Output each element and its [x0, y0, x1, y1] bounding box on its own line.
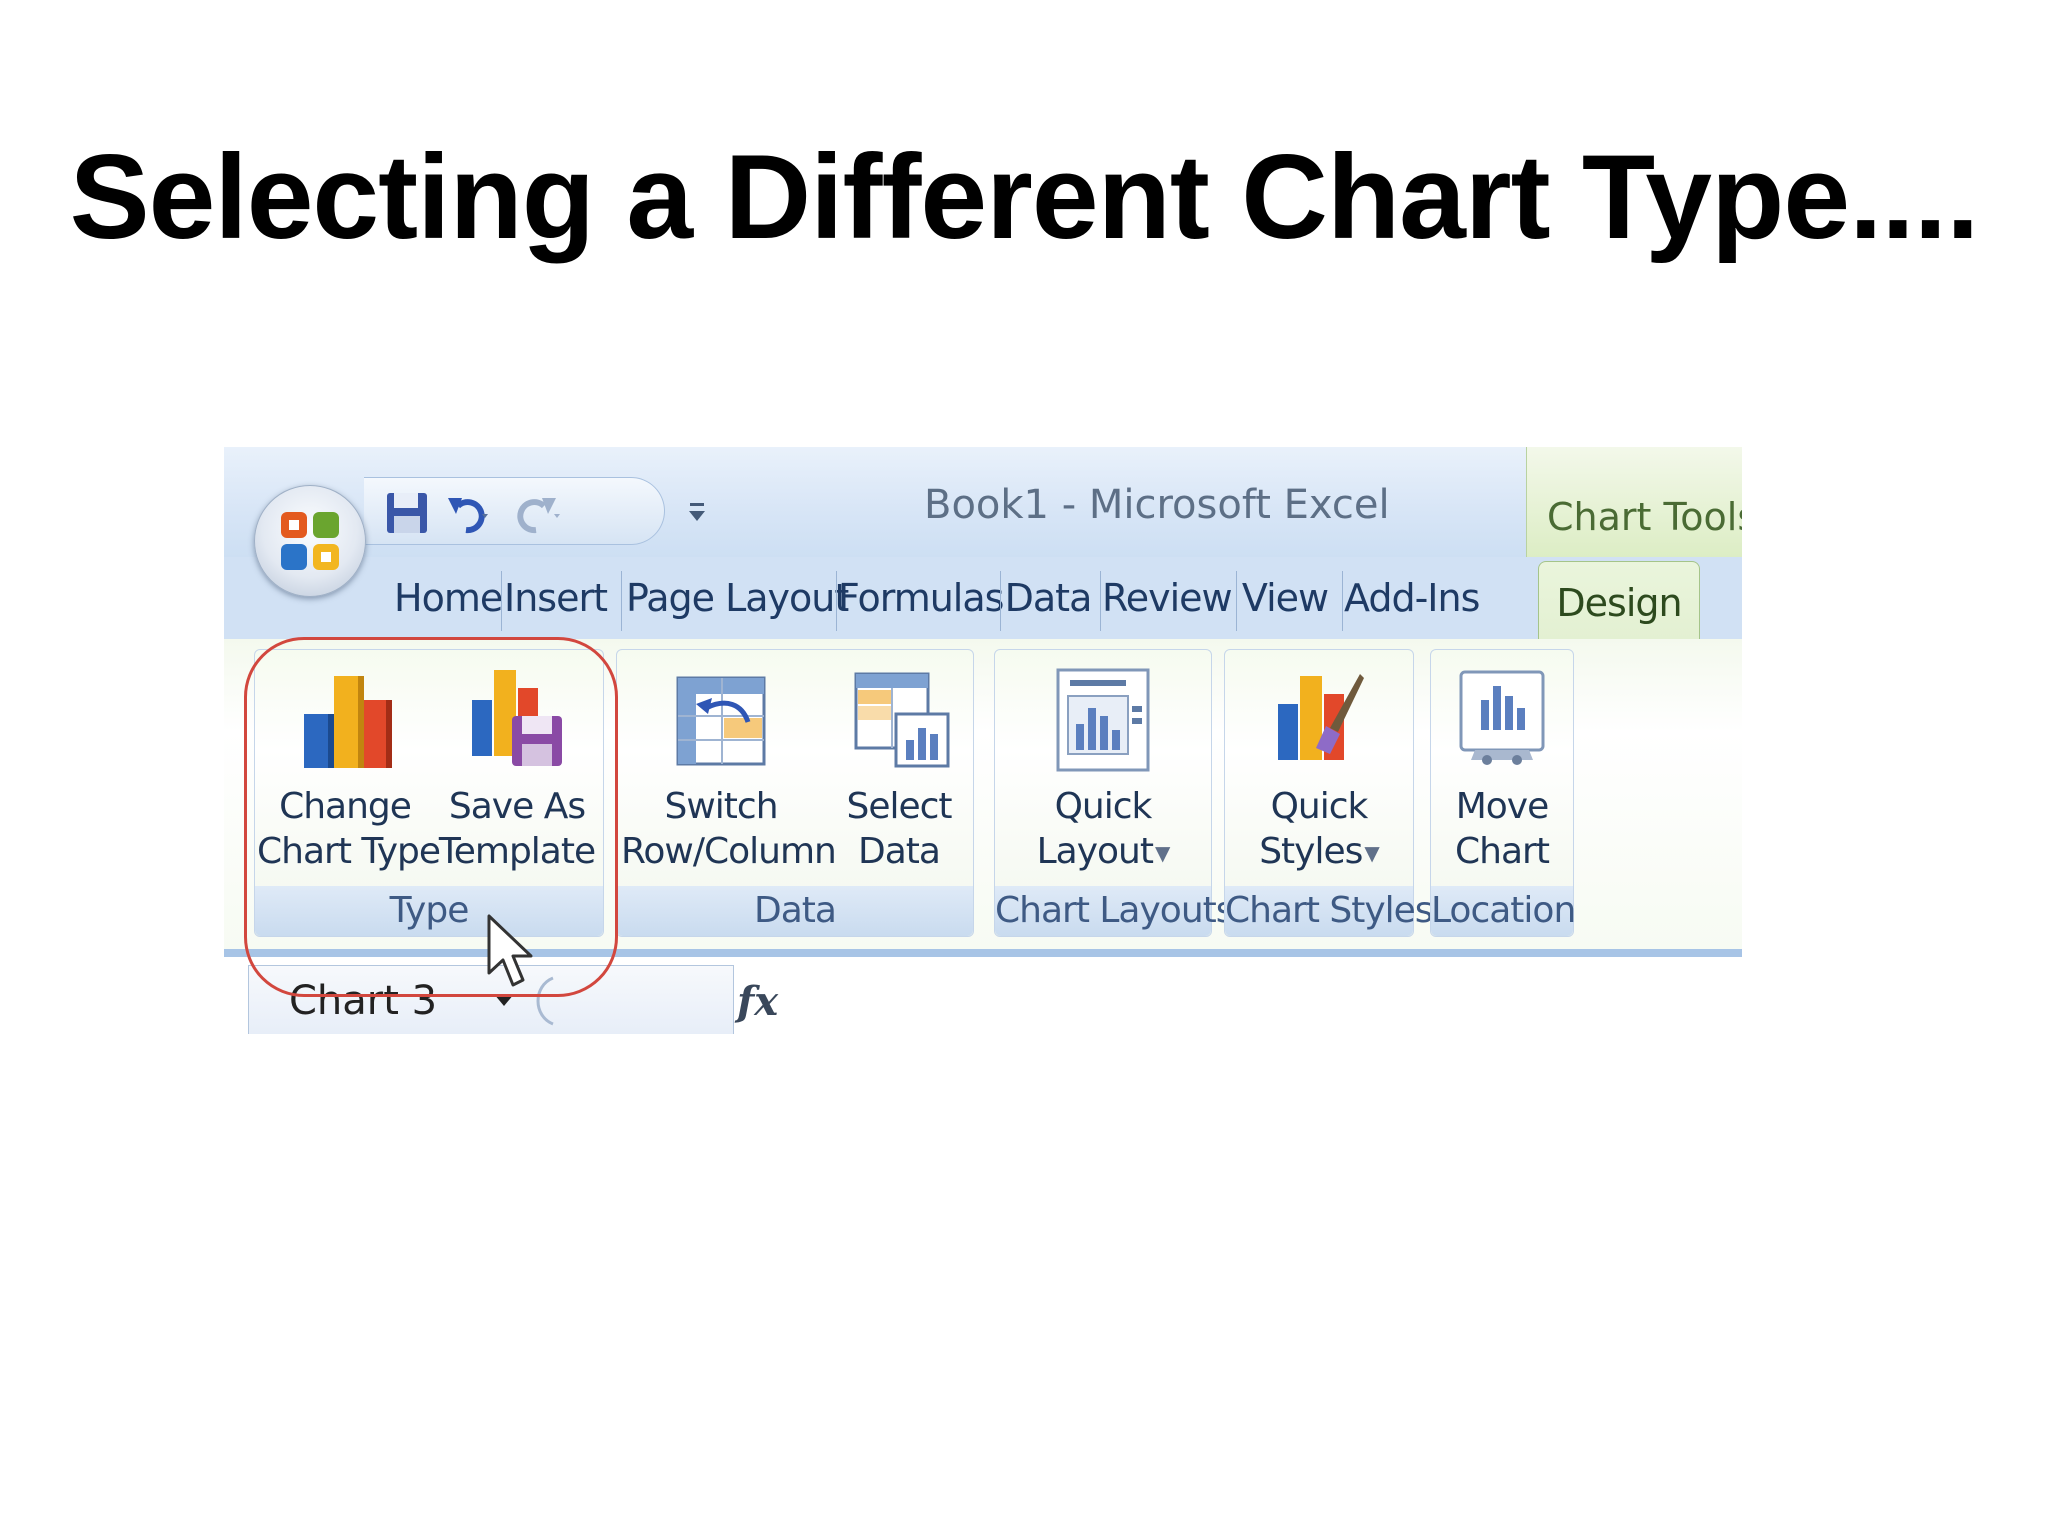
tab-separator — [836, 571, 837, 631]
tab-separator — [1100, 571, 1101, 631]
tab-add-ins[interactable]: Add-Ins — [1344, 557, 1480, 639]
group-chart-styles: Quick Styles ▼ Chart Styles — [1224, 649, 1434, 937]
tab-view[interactable]: View — [1238, 557, 1332, 639]
layout-icon — [1056, 668, 1150, 772]
tab-separator — [1236, 571, 1237, 631]
tab-insert[interactable]: Insert — [504, 557, 608, 639]
group-location: Move Chart Location — [1430, 649, 1576, 937]
dropdown-arrow-icon: ▼ — [1155, 840, 1170, 865]
highlight-circle — [244, 637, 618, 997]
switch-grid-icon — [676, 676, 766, 766]
tab-separator — [621, 571, 622, 631]
insert-function-button[interactable]: fx — [737, 978, 778, 1025]
tab-separator — [1342, 571, 1343, 631]
mouse-cursor-icon — [487, 914, 533, 987]
ribbon-tabs: Home Insert Page Layout Formulas Data Re… — [224, 557, 1742, 640]
group-label-location: Location — [1431, 886, 1576, 936]
group-data: Switch Row/Column Select Data Data — [616, 649, 974, 937]
styles-brush-icon — [1278, 674, 1364, 760]
tab-separator — [1000, 571, 1001, 631]
office-button[interactable] — [254, 485, 366, 597]
group-label-chart-styles: Chart Styles — [1225, 886, 1434, 936]
move-chart-icon — [1459, 670, 1545, 765]
tab-separator — [501, 571, 502, 631]
customize-qat-icon[interactable] — [686, 499, 710, 527]
tab-home[interactable]: Home — [394, 557, 503, 639]
undo-icon[interactable] — [444, 488, 494, 538]
group-label-data: Data — [617, 886, 973, 936]
save-icon[interactable] — [382, 488, 432, 538]
window-title: Book1 - Microsoft Excel — [924, 482, 1390, 528]
group-chart-layouts: Quick Layout ▼ Chart Layouts — [994, 649, 1235, 937]
slide-title: Selecting a Different Chart Type.... — [69, 130, 1980, 264]
tab-formulas[interactable]: Formulas — [838, 557, 1004, 639]
title-bar: Book1 - Microsoft Excel Chart Tools — [224, 447, 1742, 563]
tab-page-layout[interactable]: Page Layout — [626, 557, 849, 639]
office-logo-icon — [281, 512, 339, 570]
tab-design[interactable]: Design — [1538, 561, 1700, 640]
group-label-chart-layouts: Chart Layouts — [995, 886, 1235, 936]
move-chart-button[interactable]: Move Chart — [1435, 664, 1569, 874]
select-data-button[interactable]: Select Data — [831, 664, 967, 874]
quick-layout-button[interactable]: Quick Layout ▼ — [1007, 664, 1199, 876]
quick-styles-button[interactable]: Quick Styles ▼ — [1231, 664, 1407, 876]
excel-screenshot: Book1 - Microsoft Excel Chart Tools Home… — [224, 447, 1742, 1034]
dropdown-arrow-icon: ▼ — [1364, 840, 1379, 865]
tab-data[interactable]: Data — [1002, 557, 1094, 639]
tab-review[interactable]: Review — [1102, 557, 1233, 639]
select-data-icon — [854, 672, 950, 768]
redo-icon[interactable] — [514, 488, 564, 538]
switch-row-column-button[interactable]: Switch Row/Column — [621, 664, 837, 874]
quick-access-toolbar — [364, 477, 665, 545]
chart-tools-context-header: Chart Tools — [1526, 447, 1742, 563]
